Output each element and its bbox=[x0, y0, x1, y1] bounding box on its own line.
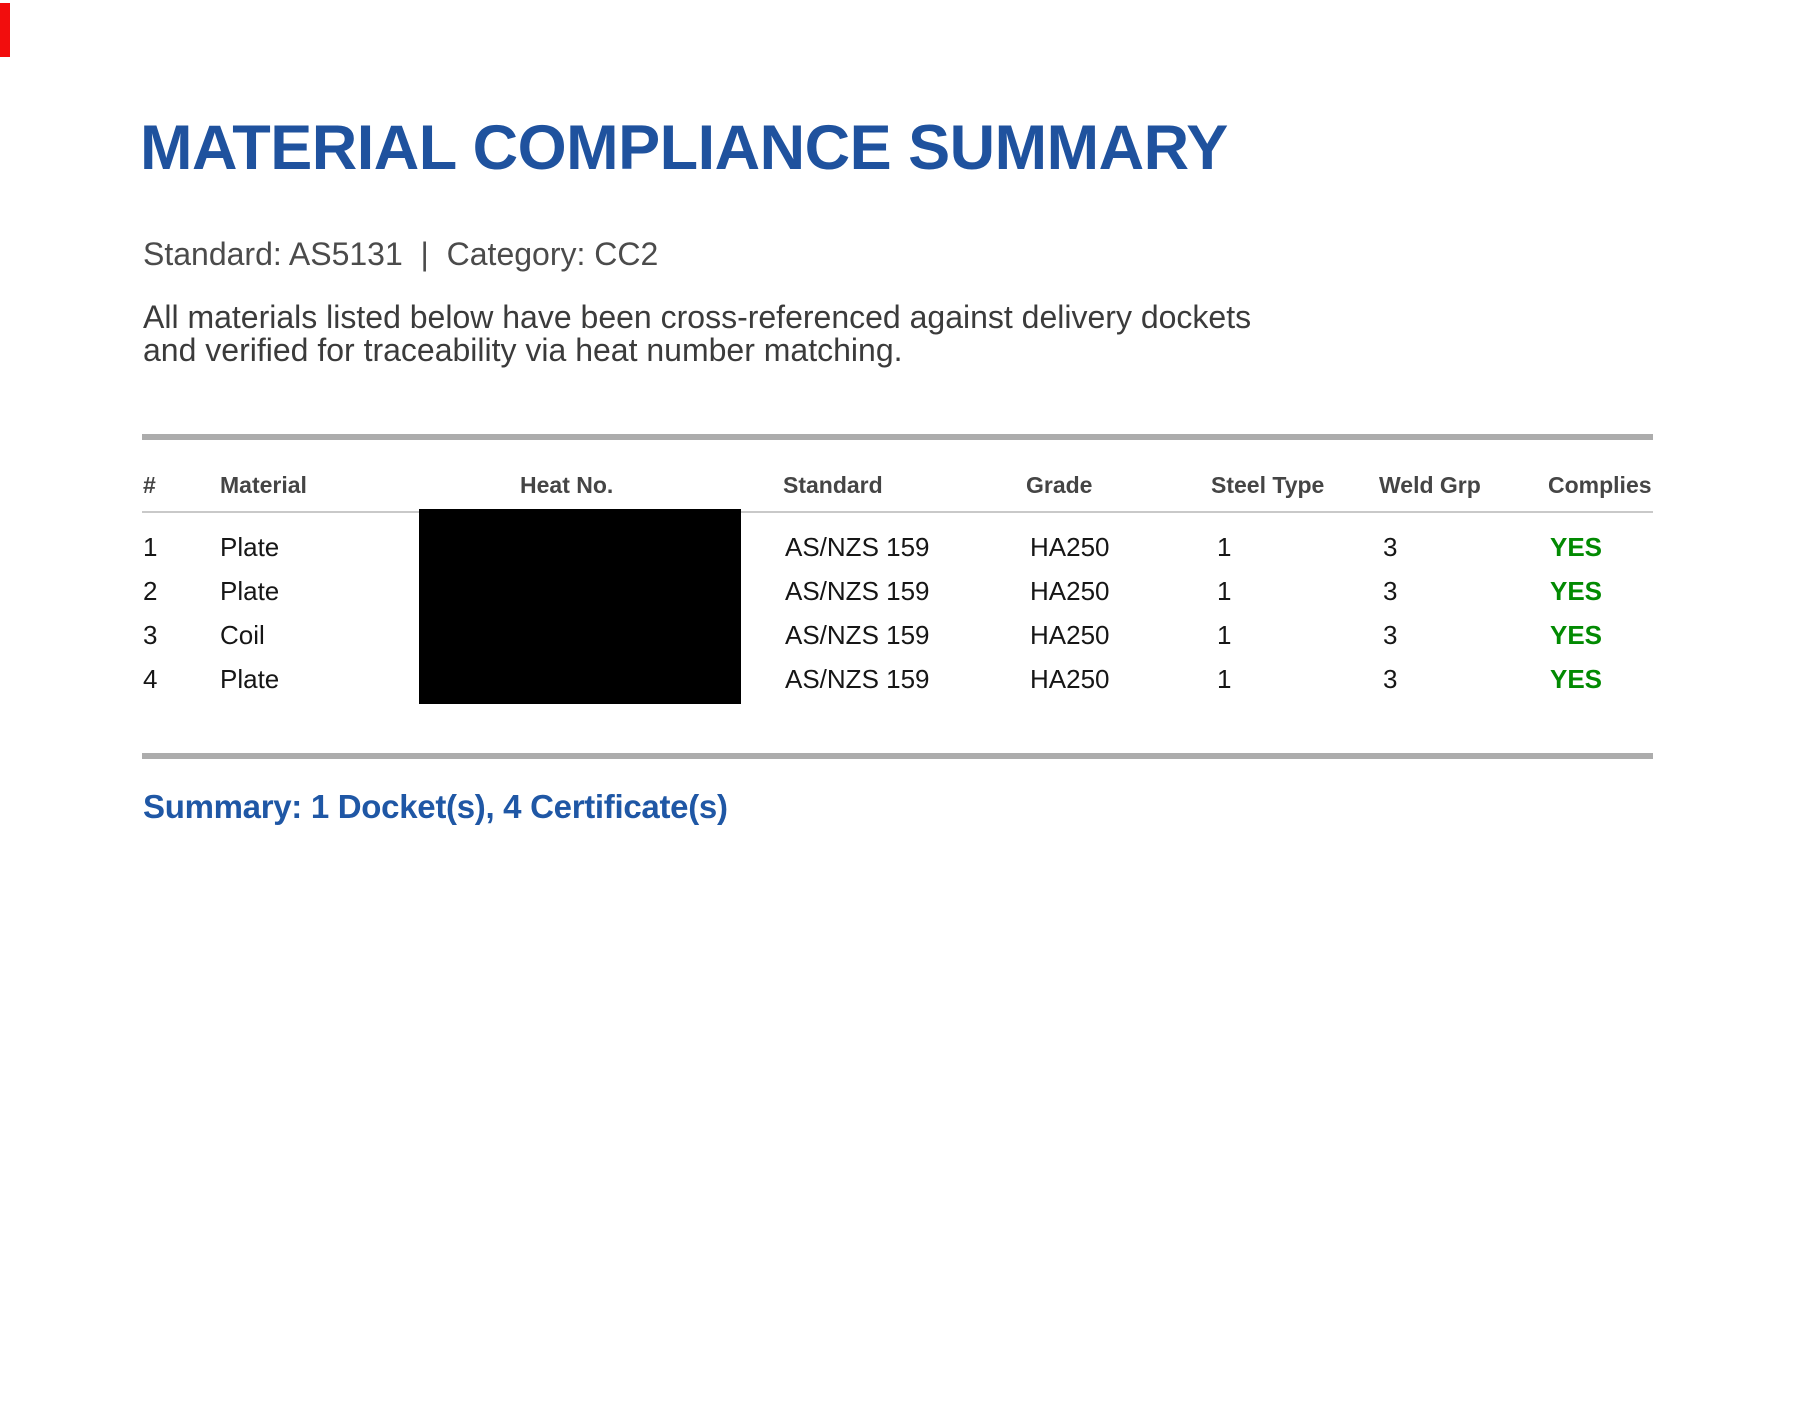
cell-complies: YES bbox=[1550, 532, 1603, 562]
cell-standard: AS/NZS 159 bbox=[785, 532, 930, 562]
cell-material: Plate bbox=[220, 576, 280, 606]
page-title: MATERIAL COMPLIANCE SUMMARY bbox=[140, 113, 1228, 183]
cell-num: 3 bbox=[143, 620, 158, 650]
col-header-steel-type: Steel Type bbox=[1211, 472, 1325, 498]
col-header-material: Material bbox=[220, 472, 307, 498]
cell-grade: HA250 bbox=[1030, 532, 1110, 562]
cell-num: 1 bbox=[143, 532, 158, 562]
col-header-num: # bbox=[143, 472, 156, 498]
col-header-grade: Grade bbox=[1026, 472, 1093, 498]
cell-complies: YES bbox=[1550, 620, 1603, 650]
corner-red-marker bbox=[0, 3, 10, 57]
cell-steel-type: 1 bbox=[1217, 620, 1232, 650]
cell-grade: HA250 bbox=[1030, 620, 1110, 650]
cell-complies: YES bbox=[1550, 576, 1603, 606]
cell-steel-type: 1 bbox=[1217, 576, 1232, 606]
summary-line: Summary: 1 Docket(s), 4 Certificate(s) bbox=[143, 788, 728, 825]
cell-weld-grp: 3 bbox=[1383, 620, 1398, 650]
cell-material: Plate bbox=[220, 664, 280, 694]
cell-material: Coil bbox=[220, 620, 265, 650]
header-underline bbox=[142, 511, 1653, 513]
cell-grade: HA250 bbox=[1030, 664, 1110, 694]
heat-no-redaction-box bbox=[419, 509, 741, 704]
table-top-rule bbox=[142, 434, 1653, 440]
cell-num: 2 bbox=[143, 576, 158, 606]
cell-weld-grp: 3 bbox=[1383, 532, 1398, 562]
cell-complies: YES bbox=[1550, 664, 1603, 694]
description-paragraph: All materials listed below have been cro… bbox=[143, 299, 1252, 368]
cell-weld-grp: 3 bbox=[1383, 576, 1398, 606]
cell-steel-type: 1 bbox=[1217, 664, 1232, 694]
standard-category-line: Standard: AS5131 | Category: CC2 bbox=[143, 236, 659, 272]
col-header-heat-no: Heat No. bbox=[520, 472, 614, 498]
cell-standard: AS/NZS 159 bbox=[785, 576, 930, 606]
cell-weld-grp: 3 bbox=[1383, 664, 1398, 694]
cell-standard: AS/NZS 159 bbox=[785, 620, 930, 650]
document-page: MATERIAL COMPLIANCE SUMMARY Standard: AS… bbox=[0, 0, 1804, 1408]
col-header-standard: Standard bbox=[783, 472, 883, 498]
cell-steel-type: 1 bbox=[1217, 532, 1232, 562]
cell-grade: HA250 bbox=[1030, 576, 1110, 606]
col-header-weld-grp: Weld Grp bbox=[1379, 472, 1481, 498]
cell-standard: AS/NZS 159 bbox=[785, 664, 930, 694]
col-header-complies: Complies bbox=[1548, 472, 1652, 498]
cell-material: Plate bbox=[220, 532, 280, 562]
table-bottom-rule bbox=[142, 753, 1653, 759]
cell-num: 4 bbox=[143, 664, 158, 694]
